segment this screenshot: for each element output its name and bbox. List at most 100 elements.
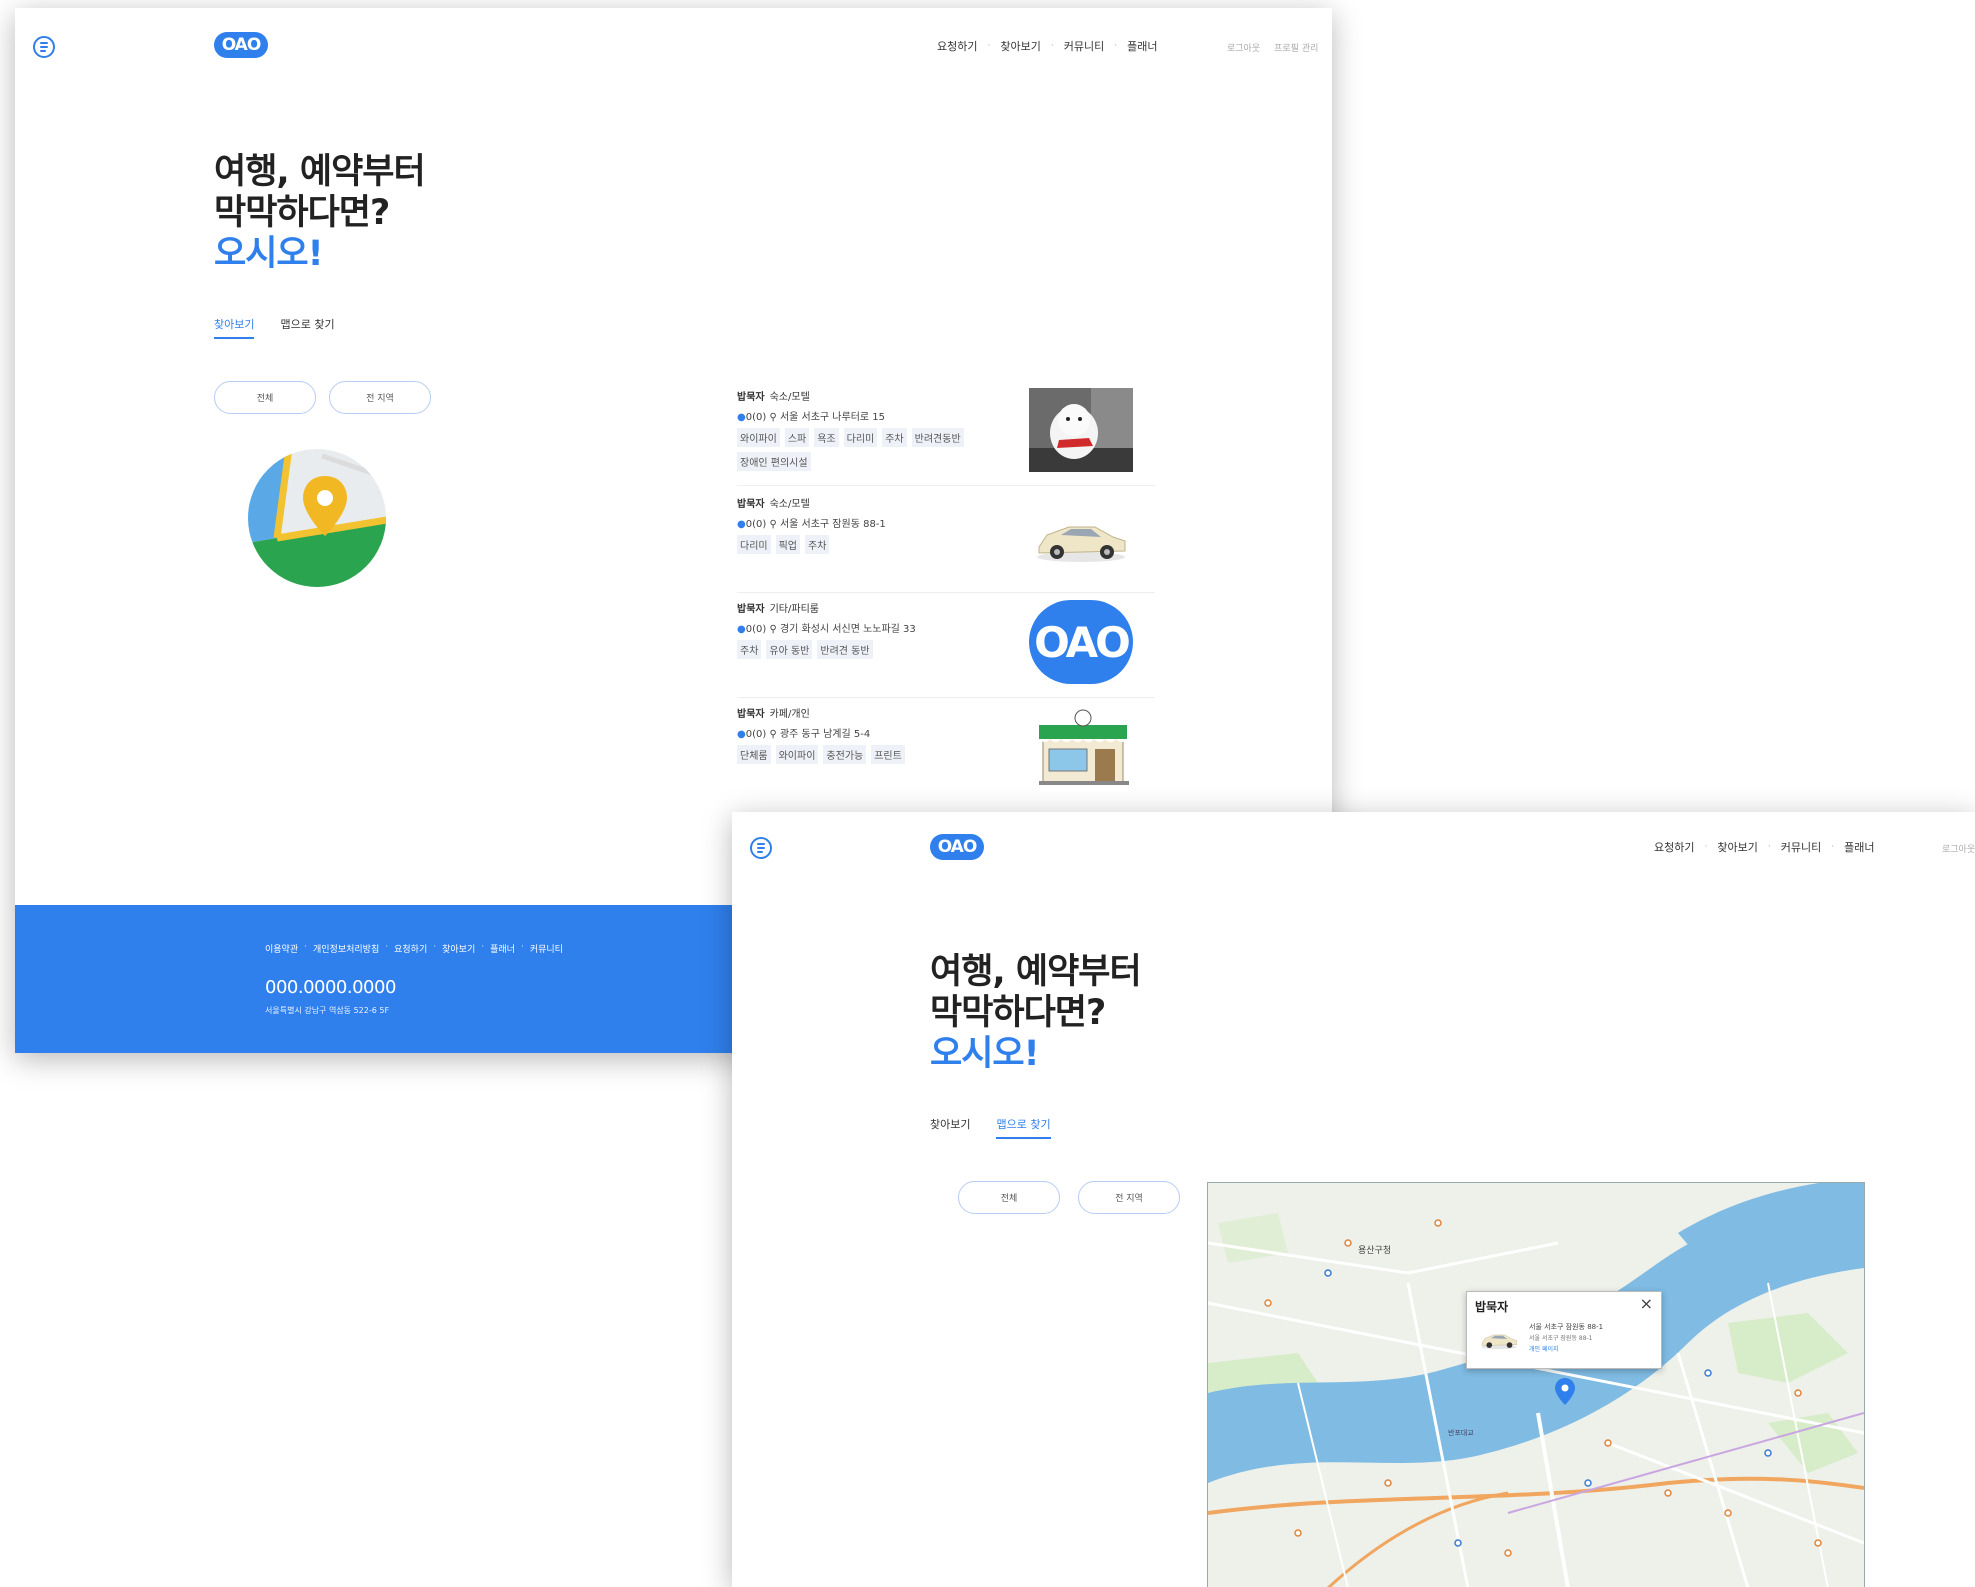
footer-separator: · <box>433 942 437 952</box>
tag: 와이파이 <box>775 745 819 764</box>
nav-item-request[interactable]: 요청하기 <box>1654 839 1694 855</box>
oao-logo-icon: OAO <box>1029 600 1133 684</box>
list-item[interactable]: 밥묵자 숙소/모텔 ●0(0) ⚲ 서울 서초구 나루터로 15 와이파이 스파 … <box>737 388 1155 486</box>
listing-category: 숙소/모텔 <box>769 392 810 403</box>
footer-link-planner[interactable]: 플래너 <box>490 942 515 955</box>
tab-map-search[interactable]: 맵으로 찾기 <box>996 1116 1051 1139</box>
filter-region-button[interactable]: 전 지역 <box>329 381 431 414</box>
list-item[interactable]: 밥묵자 카페/개인 ●0(0) ⚲ 광주 동구 남계길 5-4 단체룸 와이파이 … <box>737 705 1155 803</box>
close-icon[interactable]: × <box>1640 1294 1653 1313</box>
listing-name: 밥묵자 <box>737 499 765 510</box>
nav-separator: · <box>1767 842 1771 852</box>
rating-dot-icon: ● <box>737 519 746 530</box>
listing-address: 0(0) ⚲ 광주 동구 남계길 5-4 <box>745 729 871 740</box>
footer-separator: · <box>304 942 307 952</box>
popup-car-thumbnail <box>1481 1334 1518 1350</box>
nav-item-community[interactable]: 커뮤니티 <box>1064 38 1104 54</box>
menu-icon[interactable] <box>750 837 772 859</box>
rating-dot-icon: ● <box>737 412 746 423</box>
account-links: 로그아웃 프로필 관리 <box>1227 41 1318 54</box>
rating-dot-icon: ● <box>737 729 746 740</box>
popup-title: 밥묵자 <box>1475 1300 1509 1314</box>
footer-links: 이용약관 · 개인정보처리방침 · 요청하기 · 찾아보기 · 플래너 · 커뮤니티 <box>265 942 563 955</box>
map-label-yongsan: 용산구청 <box>1358 1245 1391 1256</box>
filter-region-button[interactable]: 전 지역 <box>1078 1181 1180 1214</box>
popup-address: 서울 서초구 잠원동 88-1 <box>1529 1323 1604 1331</box>
hero-headline: 여행, 예약부터 막막하다면? 오시오! <box>214 152 426 275</box>
listing-divider <box>737 592 1155 593</box>
tab-explore[interactable]: 찾아보기 <box>214 316 255 339</box>
listing-category: 카페/개인 <box>769 709 810 720</box>
tag: 픽업 <box>775 535 801 554</box>
dog-photo-thumbnail <box>1029 388 1133 472</box>
tag: 유아 동반 <box>766 640 813 659</box>
map-view[interactable]: 용산구청 반포대교 밥묵자 × 서울 서초구 잠원동 88-1 서울 서초구 잠… <box>1207 1182 1865 1587</box>
nav-separator: · <box>1114 41 1118 51</box>
footer-separator: · <box>520 942 524 952</box>
tag: 욕조 <box>814 428 839 447</box>
footer-separator: · <box>385 942 389 952</box>
nav-item-explore[interactable]: 찾아보기 <box>1717 839 1757 855</box>
tag: 다리미 <box>737 535 771 554</box>
map-illustration-icon <box>248 449 386 587</box>
popup-address-detail: 서울 서초구 잠원동 88-1 <box>1529 1335 1593 1342</box>
footer-link-privacy[interactable]: 개인정보처리방침 <box>313 942 379 955</box>
logout-link[interactable]: 로그아웃 <box>1942 842 1975 855</box>
profile-link[interactable]: 프로필 관리 <box>1274 41 1318 54</box>
logout-link[interactable]: 로그아웃 <box>1227 41 1260 54</box>
map-canvas[interactable]: 용산구청 반포대교 <box>1208 1183 1864 1587</box>
listing-tags: 주차 유아 동반 반려견 동반 <box>737 640 1007 659</box>
footer-link-community[interactable]: 커뮤니티 <box>530 942 563 955</box>
oao-logo-thumbnail: OAO <box>1029 600 1133 684</box>
filter-all-button[interactable]: 전체 <box>214 381 316 414</box>
footer-separator: · <box>481 942 485 952</box>
listing-tags: 와이파이 스파 욕조 다리미 주차 반려견동반 장애인 편의시설 <box>737 428 1007 471</box>
hero-line-2: 막막하다면? <box>214 193 390 233</box>
listing-tags: 단체룸 와이파이 충전가능 프린트 <box>737 745 1007 764</box>
nav-item-planner[interactable]: 플래너 <box>1127 38 1157 54</box>
nav-item-community[interactable]: 커뮤니티 <box>1781 839 1821 855</box>
listing-divider <box>737 485 1155 486</box>
nav-separator: · <box>1050 41 1054 51</box>
menu-icon[interactable] <box>33 36 55 58</box>
tab-map-search[interactable]: 맵으로 찾기 <box>280 316 334 339</box>
site-logo[interactable]: OAO <box>214 32 268 58</box>
tag: 주차 <box>737 640 762 659</box>
listing-category: 기타/파티룸 <box>769 604 819 615</box>
tag: 주차 <box>805 535 830 554</box>
footer-address: 서울특별시 강남구 역삼동 522-6 5F <box>265 1006 390 1015</box>
listing-name: 밥묵자 <box>737 604 765 615</box>
hero-line-1: 여행, 예약부터 <box>214 152 426 192</box>
site-logo[interactable]: OAO <box>930 834 984 860</box>
list-item[interactable]: 밥묵자 기타/파티룸 ●0(0) ⚲ 경기 화성시 서신면 노노파길 33 주차 … <box>737 600 1155 698</box>
hero-line-1: 여행, 예약부터 <box>930 952 1142 992</box>
popup-personal-page-link[interactable]: 개인 페이지 <box>1529 1344 1559 1353</box>
hero-line-2: 막막하다면? <box>930 993 1106 1033</box>
listing-address: 0(0) ⚲ 서울 서초구 잠원동 88-1 <box>745 519 886 530</box>
tab-explore[interactable]: 찾아보기 <box>930 1116 970 1139</box>
list-item[interactable]: 밥묵자 숙소/모텔 ●0(0) ⚲ 서울 서초구 잠원동 88-1 다리미 픽업 … <box>737 495 1155 593</box>
map-view-screen: OAO 요청하기 · 찾아보기 · 커뮤니티 · 플래너 로그아웃 여행, 예약… <box>732 812 1975 1587</box>
footer-link-terms[interactable]: 이용약관 <box>265 942 298 955</box>
filter-all-button[interactable]: 전체 <box>958 1181 1060 1214</box>
map-label-banpo: 반포대교 <box>1448 1428 1474 1437</box>
tag: 와이파이 <box>737 428 780 447</box>
nav-item-explore[interactable]: 찾아보기 <box>1000 38 1040 54</box>
footer-link-explore[interactable]: 찾아보기 <box>442 942 475 955</box>
listing-name: 밥묵자 <box>737 709 765 720</box>
nav-item-request[interactable]: 요청하기 <box>937 38 977 54</box>
tag: 반려견동반 <box>911 428 964 447</box>
tag: 단체룸 <box>737 745 771 764</box>
tag: 장애인 편의시설 <box>737 452 811 471</box>
car-thumbnail <box>1037 526 1126 562</box>
listing-address: 0(0) ⚲ 경기 화성시 서신면 노노파길 33 <box>745 624 916 635</box>
tag: 스파 <box>784 428 810 447</box>
nav-separator: · <box>1831 842 1835 852</box>
hero-line-3: 오시오! <box>930 1034 1040 1074</box>
map-listing-popup[interactable]: 밥묵자 × 서울 서초구 잠원동 88-1 서울 서초구 잠원동 88-1 개인… <box>1466 1291 1662 1369</box>
nav-item-planner[interactable]: 플래너 <box>1844 839 1874 855</box>
cafe-storefront-thumbnail <box>1039 709 1129 785</box>
footer-link-request[interactable]: 요청하기 <box>394 942 427 955</box>
main-nav: 요청하기 · 찾아보기 · 커뮤니티 · 플래너 <box>937 38 1157 54</box>
footer-phone: 000.0000.0000 <box>265 977 396 998</box>
